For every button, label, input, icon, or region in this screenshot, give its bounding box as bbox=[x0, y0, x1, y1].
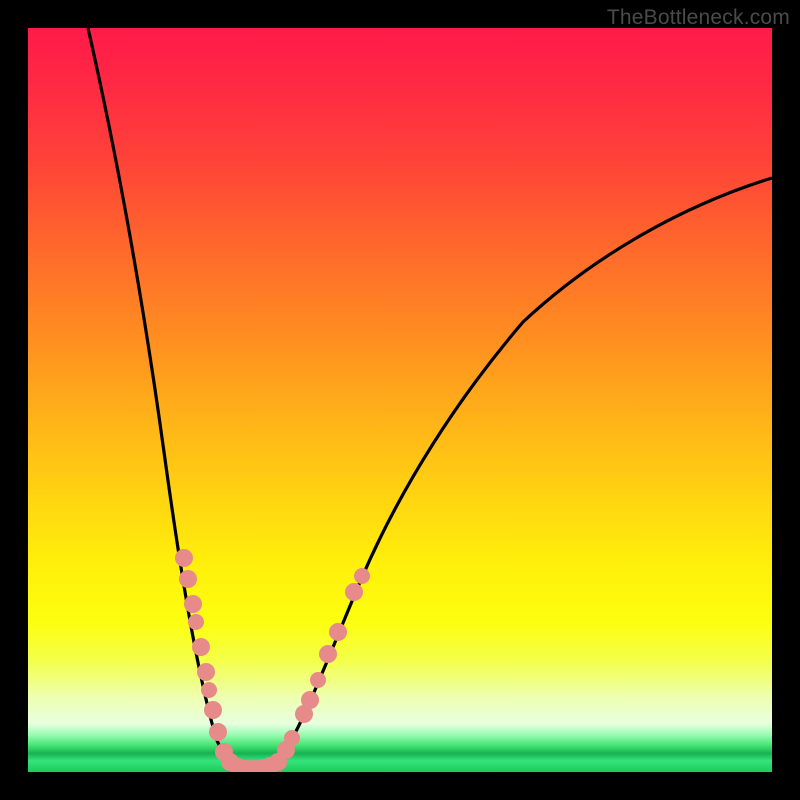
watermark-text: TheBottleneck.com bbox=[607, 6, 790, 30]
dot-cluster-right bbox=[277, 568, 370, 759]
plot-area bbox=[28, 28, 772, 772]
chart-frame: TheBottleneck.com bbox=[0, 0, 800, 800]
dot-cluster-valley bbox=[215, 743, 287, 772]
bottleneck-curve bbox=[28, 28, 772, 772]
dot-cluster-left bbox=[175, 549, 227, 741]
curve-path bbox=[88, 28, 772, 770]
